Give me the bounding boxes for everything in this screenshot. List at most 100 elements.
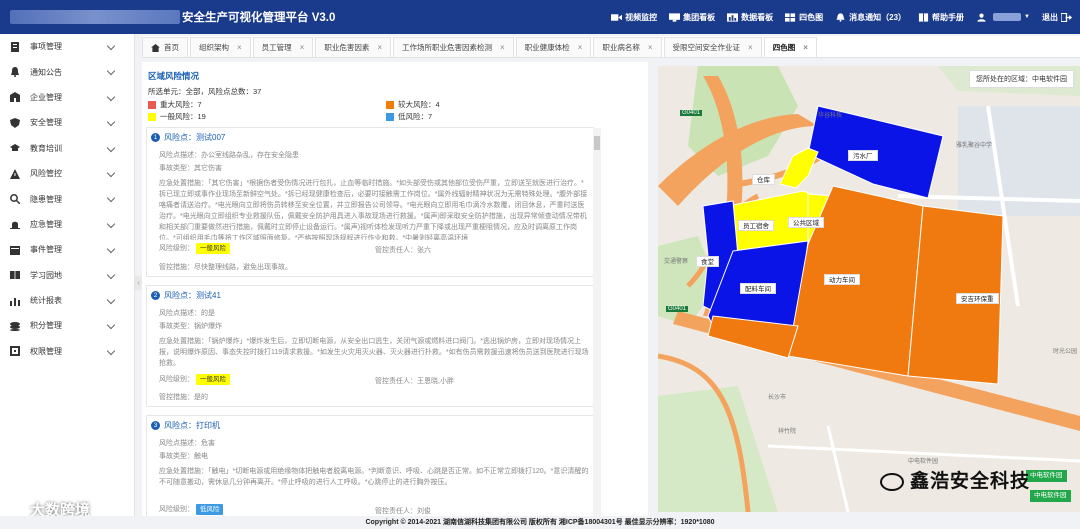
logout-icon: [1061, 12, 1072, 22]
risk-point-list[interactable]: 1 风险点： 测试007 风险点描述：办公室线路杂乱，存在安全隐患 事故类型：其它…: [146, 127, 604, 517]
area-label-warehouse[interactable]: 仓库: [752, 174, 775, 185]
tab-label: 首页: [164, 43, 179, 52]
tab[interactable]: 职业健康体检 ×: [515, 37, 592, 57]
legend-normal: 一般风险：19: [148, 111, 206, 122]
risk-point-label: 风险点：: [164, 133, 196, 142]
risk-level-row: 风险级别： 低风险: [159, 504, 224, 515]
risk-level-badge: 一般风险: [195, 374, 230, 385]
tab[interactable]: 职业危害因素 ×: [315, 37, 392, 57]
poi-label: 长沙市: [768, 395, 787, 401]
tab[interactable]: 工作场所职业危害因素检测 ×: [393, 37, 514, 57]
map-area-button[interactable]: 中电软件园: [1030, 490, 1071, 502]
field-label: 风险级别：: [159, 376, 194, 383]
close-icon[interactable]: ×: [803, 43, 808, 52]
risk-level-row: 风险级别： 一般风险: [159, 374, 230, 385]
area-label-power-workshop[interactable]: 动力车间: [824, 274, 860, 285]
sidebar-item[interactable]: 教育培训: [0, 136, 134, 161]
user-icon: [977, 13, 986, 22]
close-icon[interactable]: ×: [237, 43, 242, 52]
event-icon: [10, 245, 20, 255]
nav-group-board[interactable]: 集团看板: [669, 12, 715, 23]
risk-summary: 所选单元：全部，风险点总数：37: [148, 87, 262, 96]
sidebar-item[interactable]: 积分管理: [0, 313, 134, 338]
field-label: 风险点描述：: [159, 440, 201, 447]
nav-label: 集团看板: [683, 12, 716, 22]
nav-label: 四色图: [799, 12, 824, 22]
legend-label: 较大风险：4: [398, 100, 440, 109]
area-label-batching-workshop[interactable]: 配料车间: [740, 283, 776, 294]
risk-measure-row: 应急处置措施：「其它伤害」*根据伤者受伤情况进行包扎，止血等临时措施。*如头部受…: [159, 178, 589, 240]
four-color-map[interactable]: 污水厂 仓库 员工宿舍 公共区域 食堂 配料车间 动力车间 安吉环保重 您所处在…: [658, 66, 1080, 512]
map-area-button[interactable]: 中电软件园: [1026, 470, 1067, 482]
tab[interactable]: 首页: [142, 37, 188, 57]
sidebar-item[interactable]: 安全管理: [0, 110, 134, 135]
risk-card-header: 2 风险点： 测试41: [151, 290, 221, 301]
nav-four-color-map[interactable]: 四色图: [785, 12, 823, 23]
area-label-public[interactable]: 公共区域: [788, 217, 824, 228]
risk-point-name[interactable]: 测试007: [196, 132, 225, 143]
scrollbar-thumb[interactable]: [594, 136, 600, 150]
close-icon[interactable]: ×: [748, 43, 753, 52]
field-value: 办公室线路杂乱，存在安全隐患: [201, 152, 299, 159]
close-icon[interactable]: ×: [648, 43, 653, 52]
sidebar-item[interactable]: 统计报表: [0, 288, 134, 313]
legend-low: 低风险：7: [386, 111, 432, 122]
nav-data-board[interactable]: 数据看板: [727, 12, 773, 23]
sidebar-item[interactable]: 风险管控: [0, 161, 134, 186]
area-warehouse-strip[interactable]: [779, 147, 819, 189]
risk-point-name[interactable]: 打印机: [196, 420, 220, 431]
sidebar-item-label: 教育培训: [30, 143, 62, 153]
nav-logout[interactable]: 退出: [1042, 12, 1072, 23]
sidebar-collapse-handle[interactable]: ‹: [135, 276, 142, 290]
list-scrollbar[interactable]: [593, 128, 601, 516]
tab[interactable]: 员工管理 ×: [252, 37, 314, 57]
nav-help-manual[interactable]: 帮助手册: [918, 12, 964, 23]
nav-notifications[interactable]: 消息通知（23）: [835, 12, 906, 23]
graduation-cap-icon: [10, 144, 20, 152]
field-label: 事故类型：: [159, 323, 194, 330]
sidebar-item[interactable]: 事项管理: [0, 34, 134, 59]
sidebar-item[interactable]: 权限管理: [0, 339, 134, 364]
area-label-east-block[interactable]: 安吉环保重: [956, 293, 999, 304]
sidebar-item[interactable]: 通知公告: [0, 59, 134, 84]
nav-video-monitor[interactable]: 视频监控: [611, 12, 657, 23]
risk-level-badge: 一般风险: [195, 243, 230, 254]
risk-desc-row: 风险点描述：办公室线路杂乱，存在安全隐患: [159, 150, 299, 161]
risk-control-row: 管控措施：是的: [159, 392, 208, 403]
nav-user-menu[interactable]: ▼: [976, 13, 1030, 22]
area-label-canteen[interactable]: 食堂: [696, 256, 719, 267]
tab[interactable]: 组织架构 ×: [190, 37, 251, 57]
risk-point-name[interactable]: 测试41: [196, 290, 221, 301]
risk-card: 3 风险点： 打印机 风险点描述：危害 事故类型：触电 应急处置措施：「触电」*切…: [146, 415, 594, 517]
field-label: 风险级别：: [159, 245, 194, 252]
field-label: 管控责任人：: [375, 508, 417, 515]
username-blurred: [993, 13, 1022, 21]
sidebar-item[interactable]: 企业管理: [0, 85, 134, 110]
area-label-sewage-plant[interactable]: 污水厂: [848, 150, 878, 161]
sidebar-item[interactable]: 事件管理: [0, 237, 134, 262]
poi-label: 雅乳聚谷中学: [956, 143, 993, 149]
tab[interactable]: 四色图 ×: [763, 37, 817, 57]
close-icon[interactable]: ×: [300, 43, 305, 52]
sidebar-item[interactable]: 应急管理: [0, 212, 134, 237]
chevron-down-icon: [106, 295, 116, 305]
search-icon: [10, 194, 20, 205]
legend-label: 低风险：7: [398, 112, 433, 121]
sidebar-item-label: 统计报表: [30, 296, 62, 306]
sidebar-item-label: 权限管理: [30, 346, 62, 356]
close-icon[interactable]: ×: [500, 43, 505, 52]
sidebar-item[interactable]: 隐患管理: [0, 186, 134, 211]
close-icon[interactable]: ×: [377, 43, 382, 52]
area-label-dormitory[interactable]: 员工宿舍: [738, 220, 774, 231]
sidebar-item[interactable]: 学习园地: [0, 263, 134, 288]
risk-level-badge: 低风险: [195, 504, 224, 515]
field-value: 触电: [194, 453, 208, 460]
field-value: 「其它伤害」*根据伤者受伤情况进行包扎，止血等临时措施。*如头部受伤或其他部位受…: [159, 180, 588, 240]
close-icon[interactable]: ×: [578, 43, 583, 52]
dashboard-icon: [669, 12, 681, 22]
tab[interactable]: 受限空间安全作业证 ×: [663, 37, 762, 57]
chevron-down-icon: [106, 270, 116, 279]
tab[interactable]: 职业病名称 ×: [593, 37, 662, 57]
field-value: 尽快整理线路，避免出现事故。: [194, 264, 292, 271]
legend-label: 一般风险：19: [160, 112, 206, 121]
